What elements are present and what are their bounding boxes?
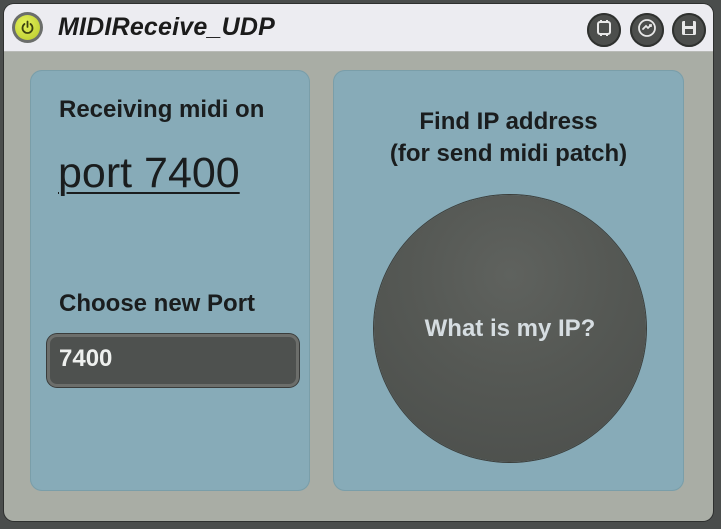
device-title: MIDIReceive_UDP <box>58 13 275 41</box>
find-ip-panel: Find IP address (for send midi patch) Wh… <box>333 70 684 491</box>
power-icon <box>15 15 40 40</box>
find-ip-label-line1: Find IP address <box>419 108 598 135</box>
port-number-input[interactable]: 7400 <box>47 334 299 387</box>
save-icon <box>679 18 699 43</box>
device-window: MIDIReceive_UDP Receiving midi on port 7… <box>4 4 713 521</box>
find-ip-label-line2: (for send midi patch) <box>389 140 628 167</box>
freeze-icon <box>594 18 614 43</box>
receiving-label: Receiving midi on <box>59 96 265 123</box>
refresh-button[interactable] <box>630 13 664 47</box>
refresh-icon <box>636 17 658 44</box>
what-is-my-ip-button[interactable]: What is my IP? <box>374 195 646 462</box>
choose-port-label: Choose new Port <box>59 290 256 317</box>
current-port-display: port 7400 <box>58 149 240 197</box>
receive-panel: Receiving midi on port 7400 Choose new P… <box>30 70 310 491</box>
what-is-my-ip-label: What is my IP? <box>424 314 596 342</box>
title-bar: MIDIReceive_UDP <box>4 4 713 52</box>
find-ip-label: Find IP address (for send midi patch) <box>333 106 684 170</box>
device-power-toggle[interactable] <box>12 12 43 43</box>
save-button[interactable] <box>672 13 706 47</box>
freeze-button[interactable] <box>587 13 621 47</box>
